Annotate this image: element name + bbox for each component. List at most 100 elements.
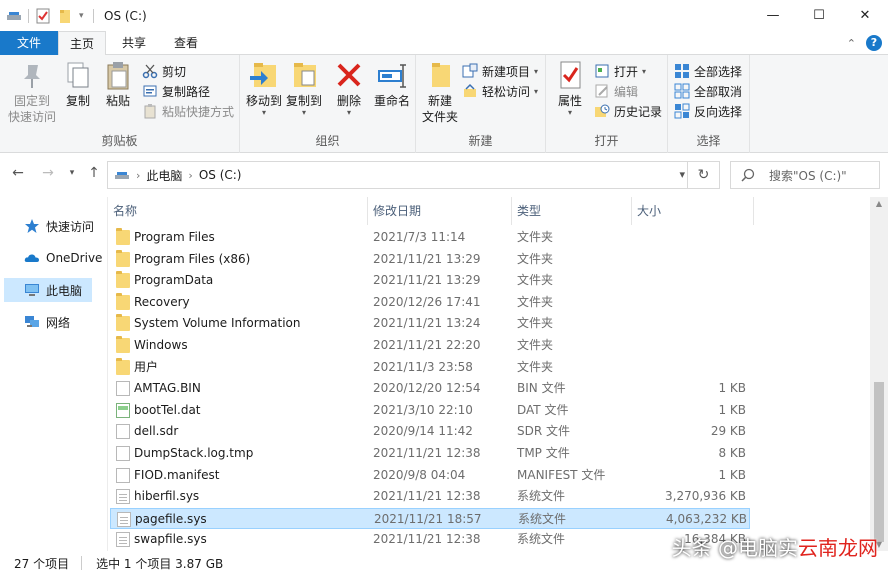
selection-info: 选中 1 个项目 3.87 GB [96,556,224,571]
paste-button[interactable]: 粘贴 [100,59,136,109]
back-arrow-icon[interactable]: ← [8,165,28,181]
folder-icon [116,336,130,353]
paste-icon [102,59,134,91]
column-header-size[interactable]: 大小 [632,197,754,225]
table-row[interactable]: ProgramData 2021/11/21 13:29 文件夹 [108,270,870,292]
table-row[interactable]: hiberfil.sys 2021/11/21 12:38 系统文件 3,270,93… [108,486,870,508]
minimize-button[interactable]: — [750,0,796,31]
file-icon [116,424,130,440]
breadcrumb-separator-icon-2[interactable]: › [188,169,192,182]
tab-home[interactable]: 主页 [58,31,106,56]
up-arrow-icon[interactable]: ↑ [84,165,104,181]
tab-view[interactable]: 查看 [162,31,210,55]
new-folder-icon[interactable] [57,8,73,24]
scroll-up-icon[interactable]: ▲ [870,199,888,208]
nav-item-onedrive[interactable]: OneDrive [0,246,108,270]
nav-item-label-4: 网络 [46,315,71,330]
nav-item-network[interactable]: 网络 [0,310,108,334]
table-row[interactable]: AMTAG.BIN 2020/12/20 12:54 BIN 文件 1 KB [108,378,870,400]
tab-file[interactable]: 文件 [0,31,58,55]
file-date: 2021/11/3 23:58 [373,359,473,374]
properties-button[interactable]: 属性 ▾ [550,59,590,117]
table-row[interactable]: Program Files 2021/7/3 11:14 文件夹 [108,227,870,249]
nav-item-quick-access[interactable]: 快速访问 [0,214,108,238]
help-icon[interactable]: ? [866,35,882,51]
open-button[interactable]: 打开 ▾ [594,61,646,81]
breadcrumb-this-pc[interactable]: 此电脑 [146,167,182,184]
file-name: DumpStack.log.tmp [134,446,254,460]
file-date: 2021/11/21 22:20 [373,338,481,352]
table-row[interactable]: System Volume Information 2021/11/21 13:2… [108,313,870,335]
watermark: 头条 @电脑实云南龙网 [672,532,878,561]
select-all-icon [674,63,690,79]
table-row[interactable]: FIOD.manifest 2020/9/8 04:04 MANIFEST 文件 1 … [108,465,870,487]
tab-share[interactable]: 共享 [110,31,158,55]
history-button[interactable]: 历史记录 [594,101,662,121]
copy-to-button[interactable]: 复制到 ▾ [284,59,324,117]
new-item-button[interactable]: 新建项目 ▾ [462,61,538,81]
drive-icon[interactable] [6,8,22,24]
cut-button[interactable]: 剪切 [142,61,186,81]
table-row-selected[interactable]: pagefile.sys 2021/11/21 18:57 系统文件 4,063,23… [110,507,750,530]
close-button[interactable]: ✕ [842,0,888,31]
easy-access-button[interactable]: 轻松访问 ▾ [462,81,538,101]
nav-item-this-pc[interactable]: 此电脑 [4,278,92,302]
table-row[interactable]: dell.sdr 2020/9/14 11:42 SDR 文件 29 KB [108,421,870,443]
properties-check-icon[interactable] [35,8,51,24]
rename-button[interactable]: 重命名 [370,59,414,109]
navigation-pane: 快速访问 OneDrive 此电脑 网络 [0,197,108,551]
copy-button[interactable]: 复制 [60,59,96,109]
file-size [638,313,746,335]
table-row[interactable]: Program Files (x86) 2021/11/21 13:29 文件夹 [108,249,870,271]
breadcrumb-current[interactable]: OS (C:) [199,168,242,182]
column-header-date[interactable]: 修改日期 [368,197,512,225]
copy-path-button[interactable]: 复制路径 [142,81,210,101]
file-name: pagefile.sys [135,511,207,526]
paste-shortcut-button[interactable]: 粘贴快捷方式 [142,101,234,121]
file-size: 4,063,232 KB [666,511,747,526]
pin-quick-access-button[interactable]: 固定到 快速访问 [6,59,58,125]
table-row[interactable]: Windows 2021/11/21 22:20 文件夹 [108,335,870,357]
recent-locations-chevron-icon[interactable]: ▾ [62,168,82,178]
item-count: 27 个项目 [14,556,70,571]
scrollbar-thumb[interactable] [874,382,884,542]
table-row[interactable]: 用户 2021/11/3 23:58 文件夹 [108,357,870,379]
properties-icon [554,59,586,91]
vertical-scrollbar[interactable]: ▲ ▼ [870,197,888,551]
refresh-icon[interactable]: ↻ [687,162,719,188]
new-item-icon [462,63,478,79]
table-row[interactable]: bootTel.dat 2021/3/10 22:10 DAT 文件 1 KB [108,400,870,422]
group-clipboard: 固定到 快速访问 复制 粘贴 剪切 复制路径 粘贴快捷方式 剪贴板 [0,55,240,153]
address-dropdown-icon[interactable]: ▾ [679,168,685,181]
table-row[interactable]: Recovery 2020/12/26 17:41 文件夹 [108,292,870,314]
group-new: 新建 文件夹 新建项目 ▾ 轻松访问 ▾ 新建 [416,55,546,153]
delete-dropdown-icon: ▾ [346,108,351,117]
column-header-type[interactable]: 类型 [512,197,632,225]
move-to-button[interactable]: 移动到 ▾ [244,59,284,117]
file-size [638,249,746,271]
search-box[interactable]: 搜索"OS (C:)" [730,161,880,189]
new-folder-button[interactable]: 新建 文件夹 [420,59,460,125]
properties-label: 属性 [557,94,582,108]
maximize-button[interactable]: ☐ [796,0,842,31]
qat-dropdown-icon[interactable]: ▾ [79,8,87,24]
table-row[interactable]: DumpStack.log.tmp 2021/11/21 12:38 TMP 文件 8… [108,443,870,465]
file-type: TMP 文件 [517,446,570,460]
ribbon-collapse-icon[interactable]: ⌃ [847,37,856,50]
file-type: 文件夹 [517,316,554,331]
move-to-label: 移动到 [245,94,282,108]
invert-selection-button[interactable]: 反向选择 [674,101,742,121]
folder-icon [116,357,130,375]
easy-access-icon [462,83,478,99]
folder-icon [116,292,130,310]
forward-arrow-icon[interactable]: → [38,165,58,181]
delete-button[interactable]: 删除 ▾ [332,59,366,117]
select-none-button[interactable]: 全部取消 [674,81,742,101]
address-bar[interactable]: › 此电脑 › OS (C:) ▾ ↻ [107,161,720,189]
column-header-name[interactable]: 名称 [108,197,368,225]
edit-button[interactable]: 编辑 [594,81,638,101]
select-all-button[interactable]: 全部选择 [674,61,742,81]
nav-item-label-3: 此电脑 [46,283,83,298]
breadcrumb-separator-icon[interactable]: › [136,169,140,182]
file-date: 2020/9/14 11:42 [373,424,473,439]
